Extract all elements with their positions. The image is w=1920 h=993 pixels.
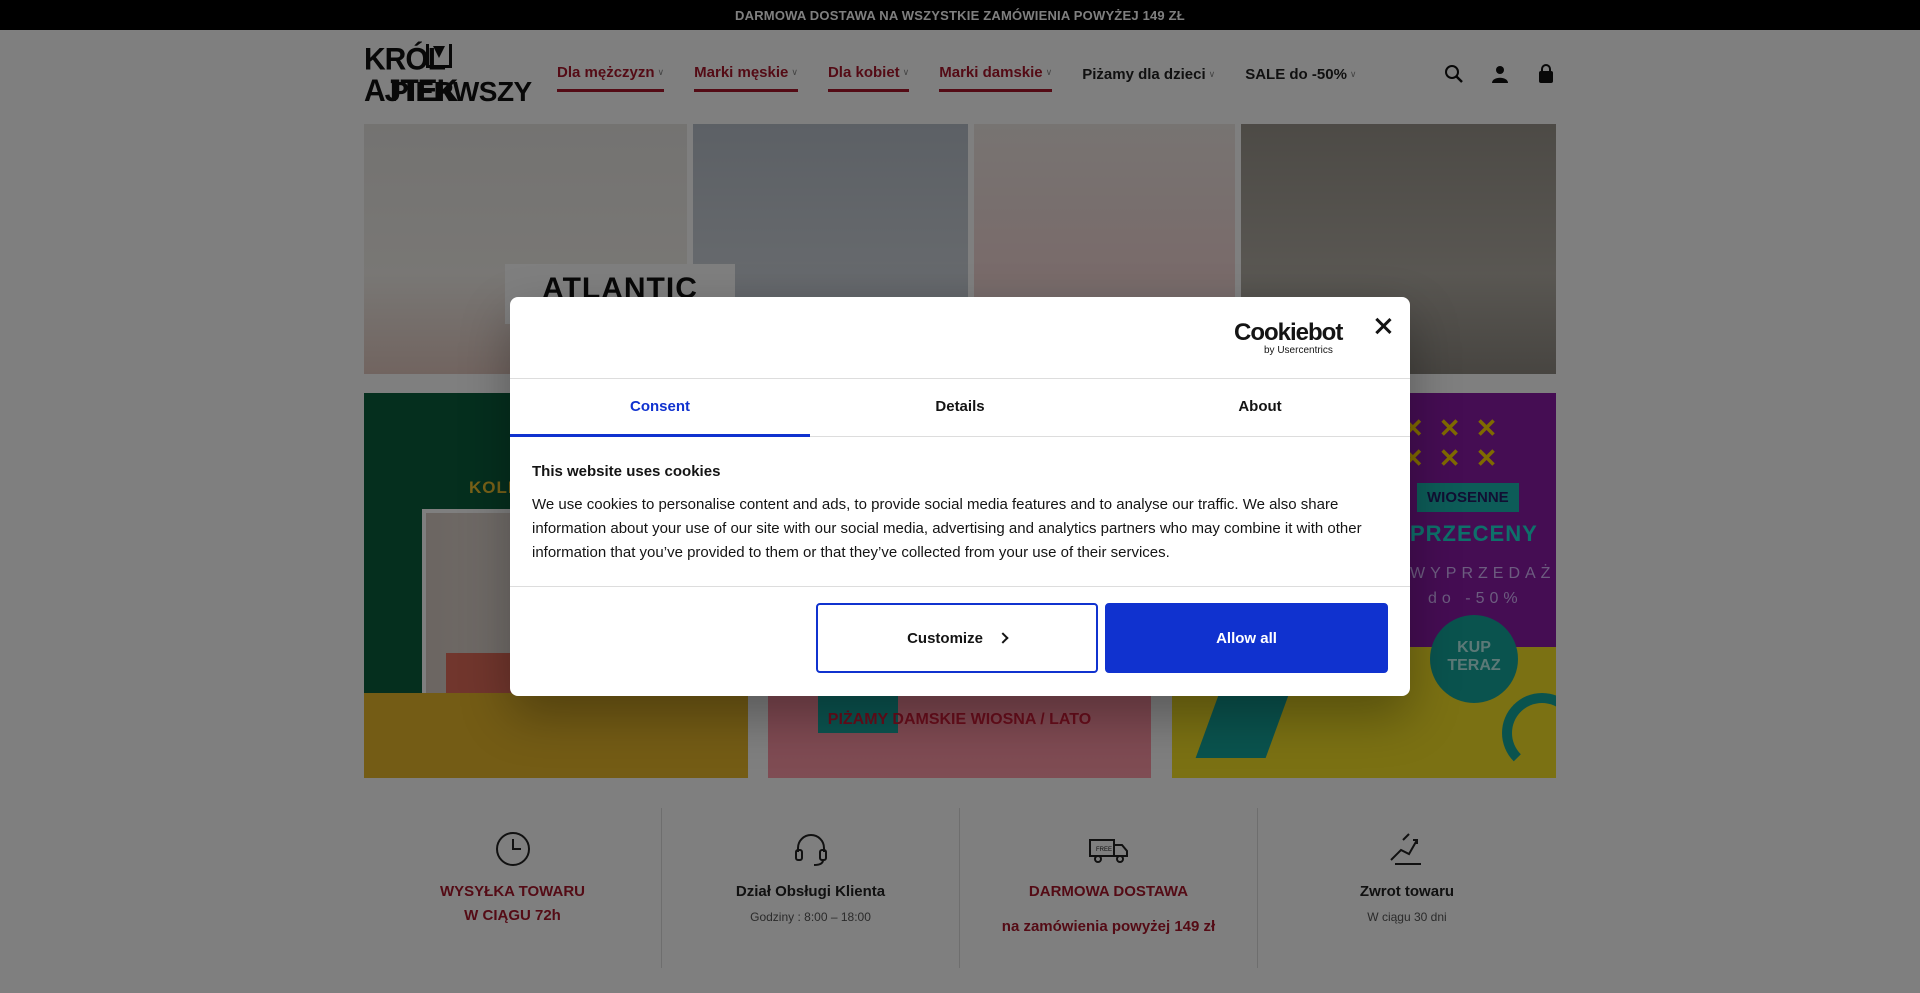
customize-label: Customize [907,629,983,647]
dialog-tabs: Consent Details About [510,379,1410,437]
dialog-header: Cookiebot by Usercentrics [510,297,1410,379]
dialog-footer: Customize Allow all [510,587,1410,695]
allow-all-button[interactable]: Allow all [1105,603,1388,673]
tab-about[interactable]: About [1110,379,1410,436]
dialog-description: We use cookies to personalise content an… [532,496,1362,561]
customize-button[interactable]: Customize [816,603,1098,673]
dialog-heading: This website uses cookies [532,463,721,480]
cookie-consent-dialog: Cookiebot by Usercentrics Consent Detail… [510,297,1410,696]
tab-details[interactable]: Details [810,379,1110,436]
cookiebot-logo[interactable]: Cookiebot by Usercentrics [1234,321,1343,357]
allow-all-label: Allow all [1216,629,1277,647]
tab-consent[interactable]: Consent [510,379,810,437]
close-icon[interactable] [1372,315,1394,337]
chevron-right-icon [997,632,1009,644]
dialog-body: This website uses cookies We use cookies… [510,437,1410,587]
